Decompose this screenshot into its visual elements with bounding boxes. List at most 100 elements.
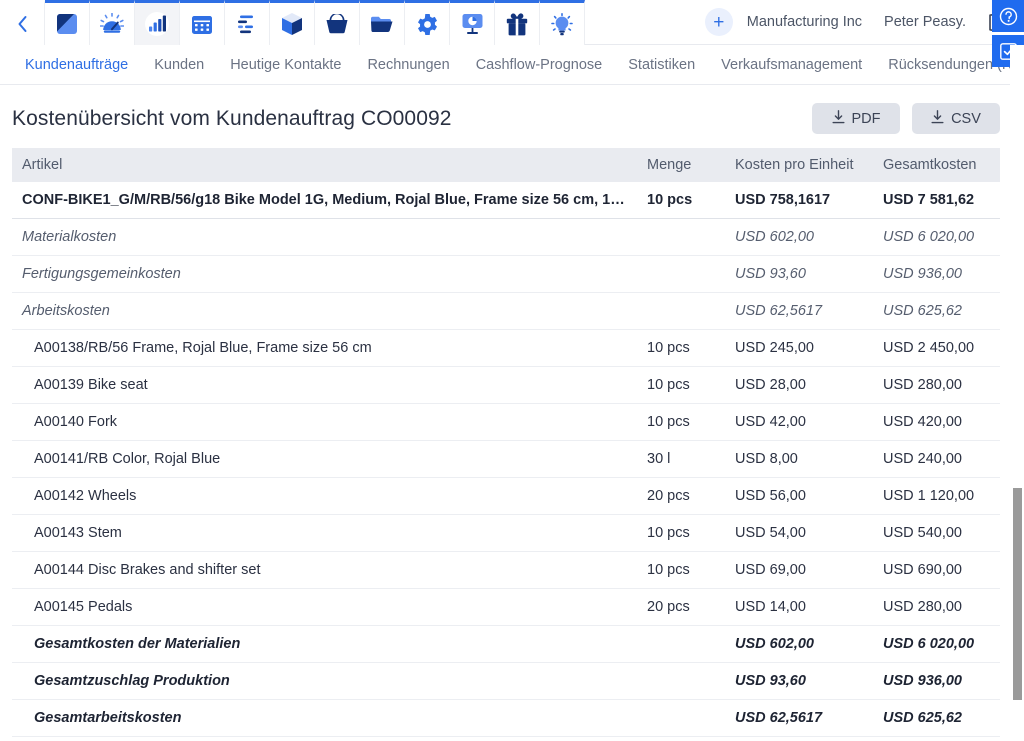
lightbulb-icon[interactable] bbox=[540, 0, 585, 45]
cell-menge bbox=[639, 736, 727, 741]
cell-artikel: Materialkosten bbox=[12, 218, 639, 256]
table-row[interactable]: A00141/RB Color, Rojal Blue 30 l USD 8,00 U… bbox=[12, 440, 1000, 478]
table-row[interactable]: Arbeitskosten USD 62,5617 USD 625,62 bbox=[12, 292, 1000, 330]
cell-kosten-pro-einheit: USD 93,60 bbox=[727, 255, 875, 293]
table-row[interactable]: A00143 Stem 10 pcs USD 54,00 USD 540,00 bbox=[12, 514, 1000, 552]
nav-item-rechnungen[interactable]: Rechnungen bbox=[354, 57, 462, 73]
cell-gesamtkosten: USD 540,00 bbox=[875, 514, 1000, 552]
cost-overview-table: Artikel Menge Kosten pro Einheit Gesamtk… bbox=[12, 148, 1000, 741]
cell-menge: 10 pcs bbox=[639, 514, 727, 552]
cell-kosten-pro-einheit: USD 28,00 bbox=[727, 366, 875, 404]
export-csv-label: CSV bbox=[951, 110, 981, 127]
folder-open-icon[interactable] bbox=[360, 0, 405, 45]
main-nav: Kundenaufträge Kunden Heutige Kontakte R… bbox=[0, 45, 1024, 85]
cell-artikel: A00142 Wheels bbox=[12, 477, 639, 515]
cell-menge bbox=[639, 625, 727, 663]
cell-gesamtkosten: USD 6 020,00 bbox=[875, 218, 1000, 256]
topbar-right-actions: + Manufacturing Inc Peter Peasy. bbox=[704, 0, 1024, 44]
cell-gesamtkosten: USD 690,00 bbox=[875, 551, 1000, 589]
table-row[interactable]: A00138/RB/56 Frame, Rojal Blue, Frame si… bbox=[12, 329, 1000, 367]
cell-gesamtkosten: USD 936,00 bbox=[875, 255, 1000, 293]
table-row[interactable]: CONF-BIKE1_G/M/RB/56/g18 Bike Model 1G, … bbox=[12, 182, 1000, 219]
cell-kosten-pro-einheit: USD 14,00 bbox=[727, 588, 875, 626]
cell-kosten-pro-einheit: USD 758,162 bbox=[727, 736, 875, 741]
table-row[interactable]: Gesamt USD 758,162USD 7 581,62 bbox=[12, 736, 1000, 741]
table-row[interactable]: A00144 Disc Brakes and shifter set 10 pcs… bbox=[12, 551, 1000, 589]
column-header-menge[interactable]: Menge bbox=[639, 148, 727, 182]
table-body: CONF-BIKE1_G/M/RB/56/g18 Bike Model 1G, … bbox=[12, 182, 1000, 741]
page-scrollbar-thumb[interactable] bbox=[1013, 488, 1022, 700]
tasks-list-icon[interactable] bbox=[225, 0, 270, 45]
table-row[interactable]: Materialkosten USD 602,00 USD 6 020,00 bbox=[12, 218, 1000, 256]
cell-menge: 10 pcs bbox=[639, 551, 727, 589]
cell-kosten-pro-einheit: USD 758,1617 bbox=[727, 182, 875, 219]
cell-menge: 10 pcs bbox=[639, 403, 727, 441]
organization-name[interactable]: Manufacturing Inc bbox=[747, 14, 862, 30]
table-row[interactable]: Fertigungsgemeinkosten USD 93,60 USD 936,0… bbox=[12, 255, 1000, 293]
cell-gesamtkosten: USD 7 581,62 bbox=[875, 736, 1000, 741]
nav-item-kundenauftraege[interactable]: Kundenaufträge bbox=[12, 57, 141, 73]
table-header-row: Artikel Menge Kosten pro Einheit Gesamtk… bbox=[12, 148, 1000, 182]
gear-icon[interactable] bbox=[405, 0, 450, 45]
cell-kosten-pro-einheit: USD 8,00 bbox=[727, 440, 875, 478]
help-icon[interactable] bbox=[992, 0, 1024, 32]
nav-item-cashflow-prognose[interactable]: Cashflow-Prognose bbox=[463, 57, 616, 73]
cell-gesamtkosten: USD 6 020,00 bbox=[875, 625, 1000, 663]
cell-menge: 10 pcs bbox=[639, 366, 727, 404]
user-name[interactable]: Peter Peasy. bbox=[884, 14, 966, 30]
bar-chart-icon[interactable] bbox=[135, 0, 180, 45]
table-head: Artikel Menge Kosten pro Einheit Gesamtk… bbox=[12, 148, 1000, 182]
dashboard-square-icon[interactable] bbox=[45, 0, 90, 45]
page-header: Kostenübersicht vom Kundenauftrag CO0009… bbox=[0, 85, 1024, 148]
nav-item-kunden[interactable]: Kunden bbox=[141, 57, 217, 73]
top-icon-bar: + Manufacturing Inc Peter Peasy. bbox=[0, 0, 1024, 67]
export-pdf-button[interactable]: PDF bbox=[812, 103, 900, 134]
gauge-icon[interactable] bbox=[90, 0, 135, 45]
cell-gesamtkosten: USD 420,00 bbox=[875, 403, 1000, 441]
cell-artikel: Gesamt bbox=[12, 736, 639, 741]
cell-menge: 10 pcs bbox=[639, 329, 727, 367]
cost-overview-table-wrap: Artikel Menge Kosten pro Einheit Gesamtk… bbox=[0, 148, 1024, 741]
add-button[interactable]: + bbox=[704, 8, 733, 36]
icon-strip bbox=[0, 0, 585, 45]
presentation-chart-icon[interactable] bbox=[450, 0, 495, 45]
column-header-artikel[interactable]: Artikel bbox=[12, 148, 639, 182]
cell-kosten-pro-einheit: USD 54,00 bbox=[727, 514, 875, 552]
cell-gesamtkosten: USD 280,00 bbox=[875, 588, 1000, 626]
table-row[interactable]: Gesamtzuschlag Produktion USD 93,60 USD 93… bbox=[12, 662, 1000, 700]
table-row[interactable]: Gesamtarbeitskosten USD 62,5617 USD 625,62 bbox=[12, 699, 1000, 737]
cell-kosten-pro-einheit: USD 69,00 bbox=[727, 551, 875, 589]
table-row[interactable]: A00140 Fork 10 pcs USD 42,00 USD 420,00 bbox=[12, 403, 1000, 441]
cell-gesamtkosten: USD 936,00 bbox=[875, 662, 1000, 700]
download-icon bbox=[832, 109, 845, 128]
cell-kosten-pro-einheit: USD 56,00 bbox=[727, 477, 875, 515]
cell-menge: 10 pcs bbox=[639, 182, 727, 219]
cell-gesamtkosten: USD 1 120,00 bbox=[875, 477, 1000, 515]
table-row[interactable]: A00145 Pedals 20 pcs USD 14,00 USD 280,00 bbox=[12, 588, 1000, 626]
nav-item-verkaufsmanagement[interactable]: Verkaufsmanagement bbox=[708, 57, 875, 73]
table-row[interactable]: A00142 Wheels 20 pcs USD 56,00 USD 1 120,00 bbox=[12, 477, 1000, 515]
basket-icon[interactable] bbox=[315, 0, 360, 45]
cube-box-icon[interactable] bbox=[270, 0, 315, 45]
column-header-gesamtkosten[interactable]: Gesamtkosten bbox=[875, 148, 1000, 182]
page-actions: PDF CSV bbox=[812, 103, 1000, 134]
cell-menge bbox=[639, 255, 727, 293]
page-title: Kostenübersicht vom Kundenauftrag CO0009… bbox=[12, 106, 452, 130]
nav-item-statistiken[interactable]: Statistiken bbox=[615, 57, 708, 73]
page-scrollbar-track[interactable] bbox=[1010, 45, 1024, 741]
cell-kosten-pro-einheit: USD 93,60 bbox=[727, 662, 875, 700]
cell-gesamtkosten: USD 7 581,62 bbox=[875, 182, 1000, 219]
cell-menge: 30 l bbox=[639, 440, 727, 478]
cell-kosten-pro-einheit: USD 62,5617 bbox=[727, 699, 875, 737]
table-row[interactable]: A00139 Bike seat 10 pcs USD 28,00 USD 280,0… bbox=[12, 366, 1000, 404]
calendar-icon[interactable] bbox=[180, 0, 225, 45]
export-csv-button[interactable]: CSV bbox=[912, 103, 1000, 134]
table-row[interactable]: Gesamtkosten der Materialien USD 602,00 US… bbox=[12, 625, 1000, 663]
gift-icon[interactable] bbox=[495, 0, 540, 45]
back-chevron-icon[interactable] bbox=[0, 0, 45, 45]
cell-artikel: Gesamtarbeitskosten bbox=[12, 699, 639, 737]
nav-item-heutige-kontakte[interactable]: Heutige Kontakte bbox=[217, 57, 354, 73]
cell-menge bbox=[639, 218, 727, 256]
column-header-kosten-einheit[interactable]: Kosten pro Einheit bbox=[727, 148, 875, 182]
cell-artikel: CONF-BIKE1_G/M/RB/56/g18 Bike Model 1G, … bbox=[12, 182, 639, 219]
